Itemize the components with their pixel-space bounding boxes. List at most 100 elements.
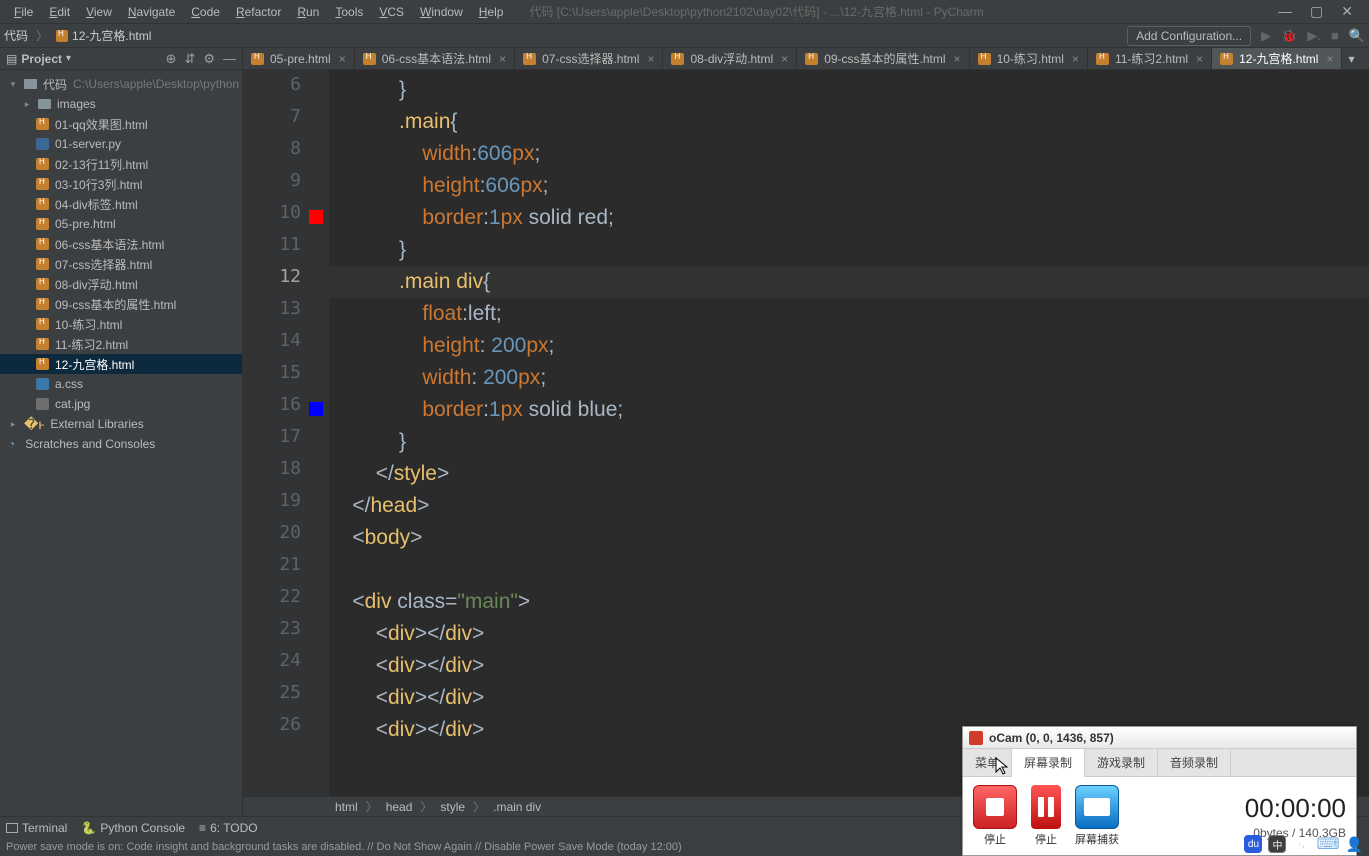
system-tray: du 中 ·, ⌨ 👤 <box>1244 834 1363 854</box>
user-icon[interactable]: 👤 <box>1346 836 1363 853</box>
ocam-tab[interactable]: 游戏录制 <box>1085 749 1158 776</box>
ocam-capture-button[interactable]: 屏幕捕获 <box>1075 785 1119 847</box>
tree-file[interactable]: 01-server.py <box>0 134 242 154</box>
ocam-tab[interactable]: 屏幕录制 <box>1012 749 1085 777</box>
terminal-icon <box>6 823 18 833</box>
code-editor[interactable]: } .main{ width:606px; height:606px; bord… <box>329 70 1369 796</box>
editor-tab[interactable]: 12-九宫格.html× <box>1212 48 1342 69</box>
ocam-pause-button[interactable]: 停止 <box>1031 785 1061 847</box>
stop-icon[interactable]: ■ <box>1331 28 1339 44</box>
tree-file[interactable]: 04-div标签.html <box>0 194 242 214</box>
pause-icon <box>1031 785 1061 829</box>
ocam-tab[interactable]: 菜单 <box>963 749 1012 776</box>
run-toolbar: ▶ 🐞 ▶. ■ 🔍 <box>1261 28 1365 44</box>
tree-root[interactable]: ▾代码 C:\Users\apple\Desktop\python <box>0 74 242 94</box>
breadcrumb-item[interactable]: style <box>440 800 465 814</box>
editor-tab[interactable]: 10-练习.html× <box>970 48 1088 69</box>
menu-file[interactable]: File <box>6 3 41 21</box>
python-console-button[interactable]: 🐍Python Console <box>81 821 185 835</box>
maximize-icon[interactable]: ▢ <box>1310 3 1323 20</box>
tree-file[interactable]: a.css <box>0 374 242 394</box>
menu-code[interactable]: Code <box>183 3 228 21</box>
collapse-icon[interactable]: ⇵ <box>184 51 195 67</box>
close-tab-icon[interactable]: × <box>499 52 506 66</box>
run-coverage-icon[interactable]: ▶. <box>1307 28 1321 44</box>
html-file-icon <box>363 53 376 65</box>
tree-file[interactable]: cat.jpg <box>0 394 242 414</box>
editor-tab[interactable]: 07-css选择器.html× <box>515 48 663 69</box>
editor-tab[interactable]: 11-练习2.html× <box>1088 48 1212 69</box>
menu-window[interactable]: Window <box>412 3 471 21</box>
menu-view[interactable]: View <box>78 3 120 21</box>
editor-tab[interactable]: 05-pre.html× <box>243 48 355 69</box>
menu-tools[interactable]: Tools <box>327 3 371 21</box>
target-icon[interactable]: ⊕ <box>166 51 177 67</box>
ocam-titlebar[interactable]: oCam (0, 0, 1436, 857) <box>963 727 1356 749</box>
editor-area: 05-pre.html×06-css基本语法.html×07-css选择器.ht… <box>243 48 1369 816</box>
hide-icon[interactable]: — <box>223 51 236 66</box>
debug-icon[interactable]: 🐞 <box>1281 28 1297 44</box>
status-message[interactable]: Power save mode is on: Code insight and … <box>6 841 682 853</box>
run-icon[interactable]: ▶ <box>1261 28 1271 44</box>
gutter[interactable]: 67891011121314151617181920212223242526 <box>243 70 329 796</box>
breadcrumb-item[interactable]: head <box>386 800 413 814</box>
tree-file[interactable]: 08-div浮动.html <box>0 274 242 294</box>
nav-root[interactable]: 代码 <box>4 27 28 44</box>
tree-file[interactable]: 06-css基本语法.html <box>0 234 242 254</box>
close-tab-icon[interactable]: × <box>954 52 961 66</box>
close-tab-icon[interactable]: × <box>339 52 346 66</box>
tree-folder-images[interactable]: ▸images <box>0 94 242 114</box>
ime-punct-icon[interactable]: ·, <box>1292 835 1310 853</box>
ocam-stop-button[interactable]: 停止 <box>973 785 1017 847</box>
menu-help[interactable]: Help <box>471 3 512 21</box>
tree-scratches[interactable]: ◔Scratches and Consoles <box>0 434 242 454</box>
close-tab-icon[interactable]: × <box>1326 52 1333 66</box>
keyboard-icon[interactable]: ⌨ <box>1316 834 1339 854</box>
ime-lang-icon[interactable]: 中 <box>1268 835 1286 853</box>
close-tab-icon[interactable]: × <box>1196 52 1203 66</box>
tree-file[interactable]: 10-练习.html <box>0 314 242 334</box>
terminal-button[interactable]: Terminal <box>6 821 67 835</box>
menu-navigate[interactable]: Navigate <box>120 3 183 21</box>
gear-icon[interactable]: ⚙ <box>203 51 215 67</box>
minimize-icon[interactable]: — <box>1278 3 1292 20</box>
close-tab-icon[interactable]: × <box>781 52 788 66</box>
navigation-bar: 代码 〉 12-九宫格.html Add Configuration... ▶ … <box>0 24 1369 48</box>
tree-file[interactable]: 12-九宫格.html <box>0 354 242 374</box>
menu-refactor[interactable]: Refactor <box>228 3 289 21</box>
project-header[interactable]: ▤ Project ▾ ⊕ ⇵ ⚙ — <box>0 48 242 70</box>
search-icon[interactable]: 🔍 <box>1349 28 1365 44</box>
tree-file[interactable]: 05-pre.html <box>0 214 242 234</box>
tree-file[interactable]: 07-css选择器.html <box>0 254 242 274</box>
tree-file[interactable]: 09-css基本的属性.html <box>0 294 242 314</box>
ocam-tab[interactable]: 音频录制 <box>1158 749 1231 776</box>
menu-edit[interactable]: Edit <box>41 3 78 21</box>
menu-vcs[interactable]: VCS <box>371 3 412 21</box>
editor-tab[interactable]: 08-div浮动.html× <box>663 48 797 69</box>
close-icon[interactable]: ✕ <box>1341 3 1353 20</box>
tree-file[interactable]: 01-qq效果图.html <box>0 114 242 134</box>
todo-button[interactable]: ≡6: TODO <box>199 821 258 835</box>
window-title: 代码 [C:\Users\apple\Desktop\python2102\da… <box>529 3 983 20</box>
chevron-down-icon[interactable]: ▾ <box>66 53 71 64</box>
close-tab-icon[interactable]: × <box>1072 52 1079 66</box>
editor-tab[interactable]: 06-css基本语法.html× <box>355 48 515 69</box>
ocam-app-icon <box>969 731 983 745</box>
baidu-ime-icon[interactable]: du <box>1244 835 1262 853</box>
tree-external-libraries[interactable]: ▸�ⱶExternal Libraries <box>0 414 242 434</box>
project-icon: ▤ <box>6 52 17 66</box>
add-configuration-button[interactable]: Add Configuration... <box>1127 26 1251 46</box>
tabs-overflow-icon[interactable]: ▾ <box>1342 48 1360 69</box>
tree-file[interactable]: 02-13行11列.html <box>0 154 242 174</box>
breadcrumb-item[interactable]: .main div <box>493 800 541 814</box>
tree-file[interactable]: 03-10行3列.html <box>0 174 242 194</box>
menu-run[interactable]: Run <box>289 3 327 21</box>
html-file-icon <box>1096 53 1109 65</box>
html-file-icon <box>56 30 68 42</box>
nav-current-file[interactable]: 12-九宫格.html <box>72 27 151 44</box>
close-tab-icon[interactable]: × <box>647 52 654 66</box>
breadcrumb-item[interactable]: html <box>335 800 358 814</box>
project-tree[interactable]: ▾代码 C:\Users\apple\Desktop\python▸images… <box>0 70 242 816</box>
editor-tab[interactable]: 09-css基本的属性.html× <box>797 48 969 69</box>
tree-file[interactable]: 11-练习2.html <box>0 334 242 354</box>
